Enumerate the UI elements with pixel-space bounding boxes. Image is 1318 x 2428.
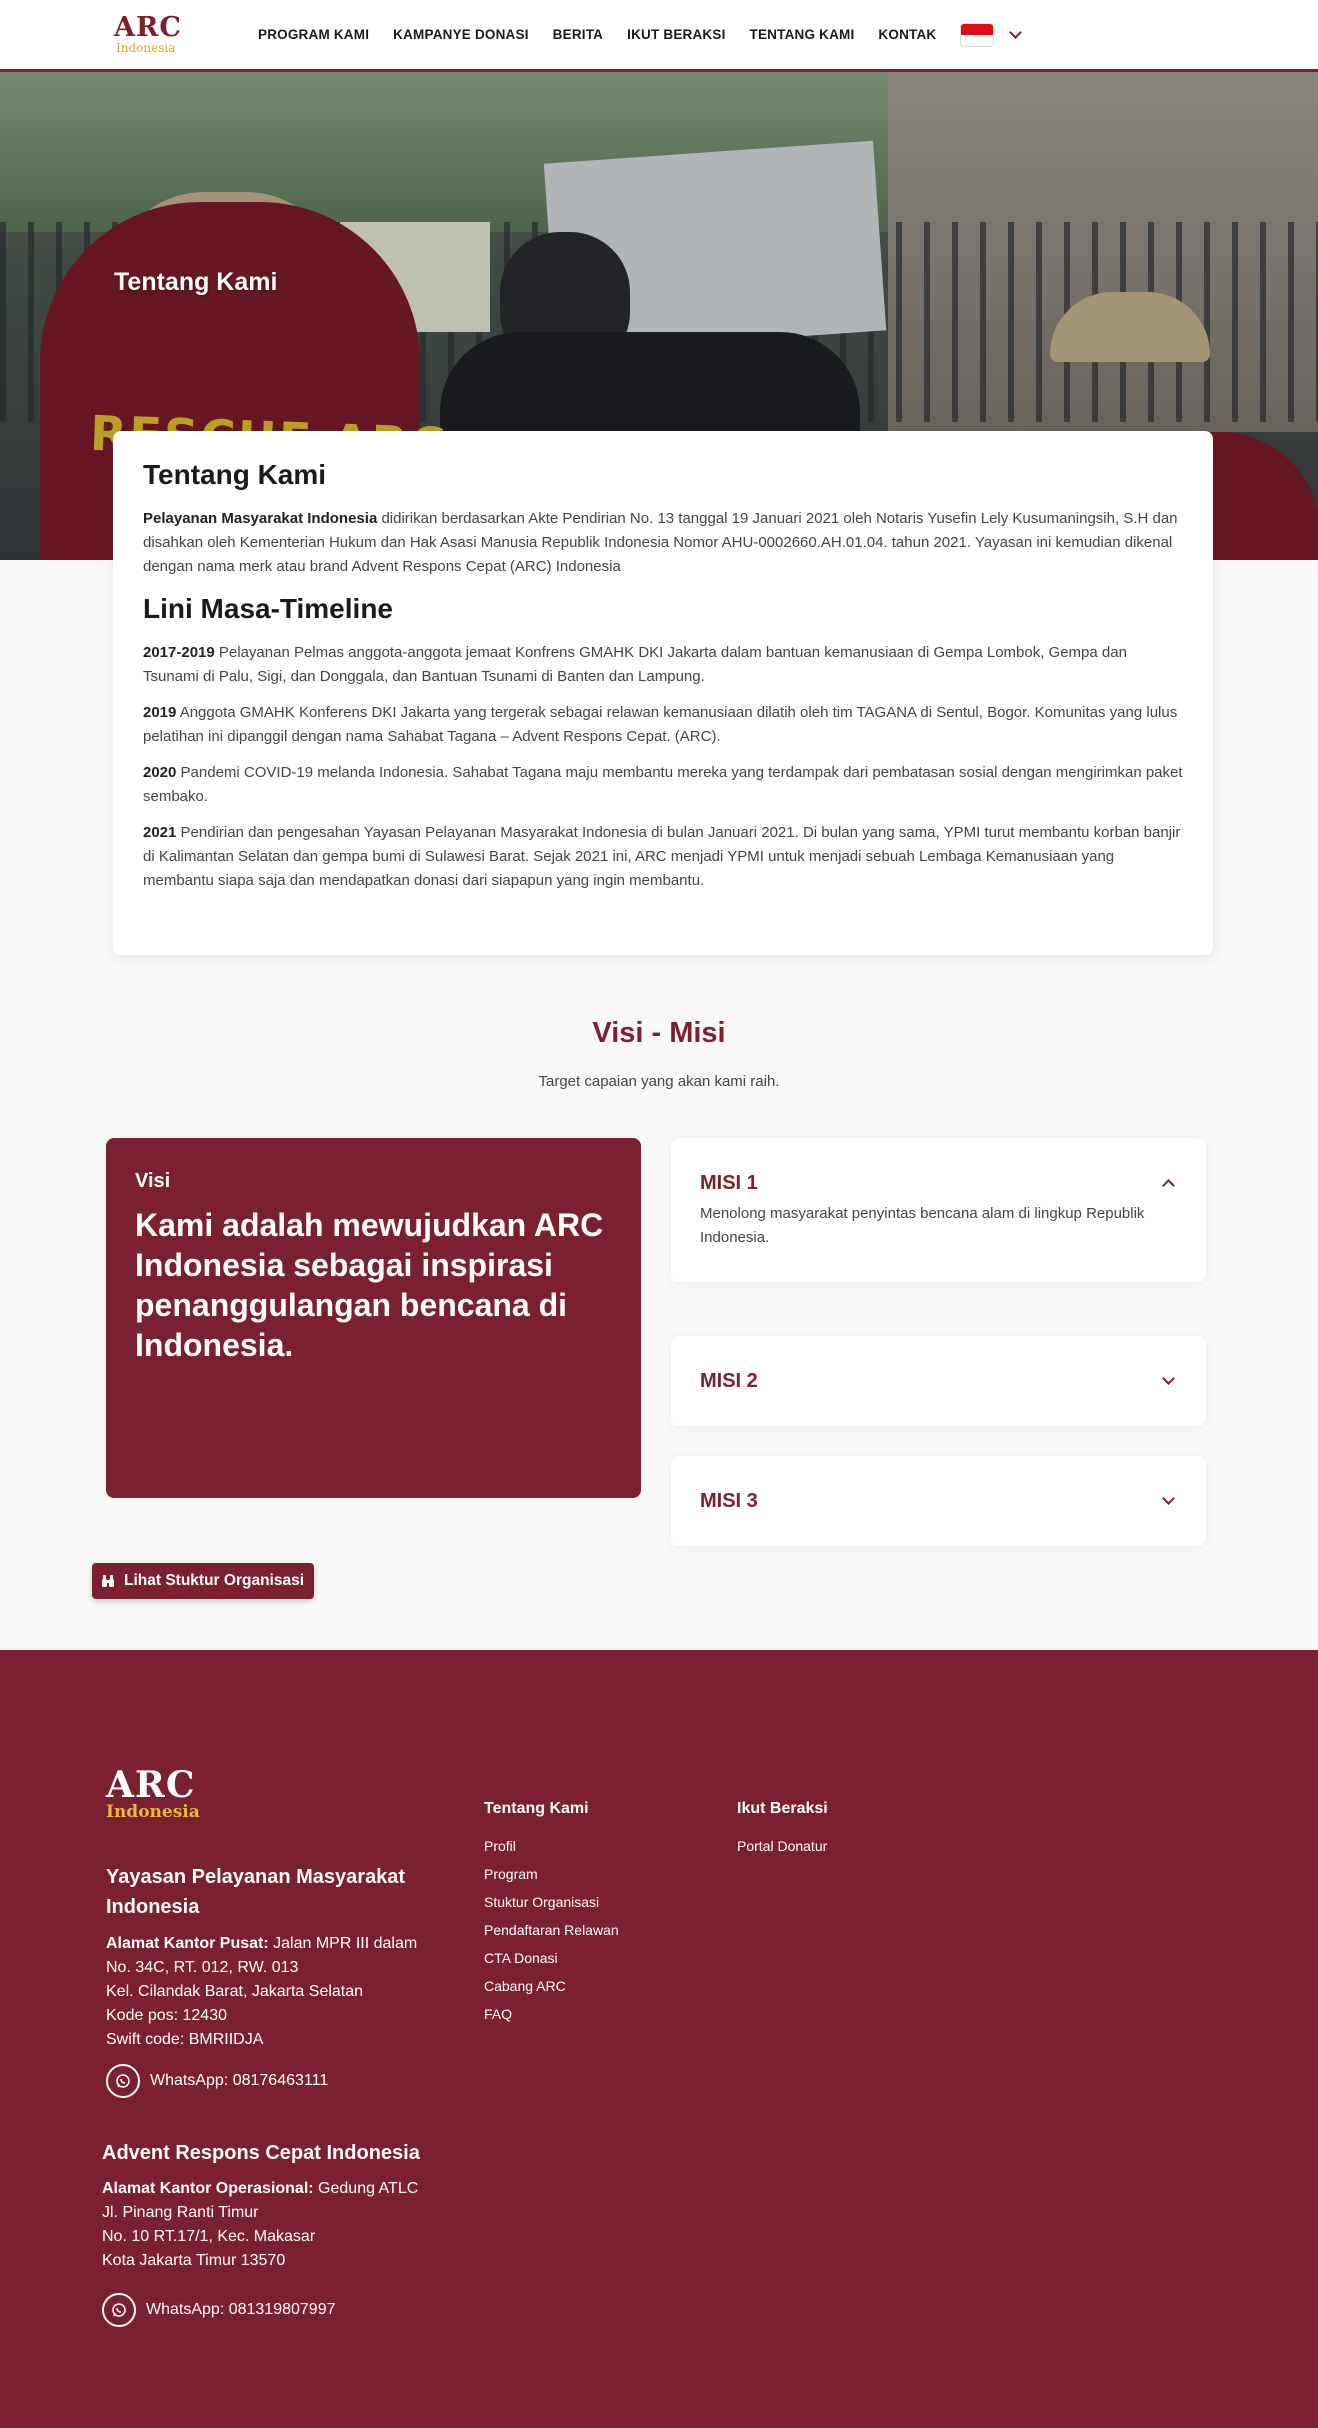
footer-logo-subtext: Indonesia	[106, 1802, 200, 1822]
about-intro-bold: Pelayanan Masyarakat Indonesia	[143, 510, 378, 527]
about-intro: Pelayanan Masyarakat Indonesia didirikan…	[143, 507, 1183, 579]
footer-org-yayasan: Yayasan Pelayanan Masyarakat Indonesia A…	[106, 1862, 446, 2098]
timeline-item: 2017-2019 Pelayanan Pelmas anggota-anggo…	[143, 641, 1183, 689]
whatsapp-text: WhatsApp: 081319807997	[146, 2301, 336, 2318]
timeline-title: Lini Masa-Timeline	[143, 593, 393, 624]
visi-misi-title: Visi - Misi	[592, 1017, 726, 1049]
whatsapp-text: WhatsApp: 08176463111	[150, 2072, 329, 2089]
page: ARC Indonesia PROGRAM KAMI KAMPANYE DONA…	[0, 0, 1318, 2428]
flag-indonesia-icon	[960, 22, 995, 47]
address-line: No. 10 RT.17/1, Kec. Makasar	[102, 2228, 316, 2245]
timeline-text: Pandemi COVID-19 melanda Indonesia. Saha…	[143, 764, 1183, 805]
address-label: Alamat Kantor Pusat:	[106, 1935, 269, 1952]
logo-text: ARC	[114, 12, 182, 43]
address-line: Gedung ATLC	[313, 2180, 419, 2197]
chevron-down-icon	[1162, 1372, 1175, 1385]
chevron-down-icon	[1162, 1492, 1175, 1505]
whatsapp-icon	[102, 2293, 136, 2327]
struktur-organisasi-label: Lihat Stuktur Organisasi	[124, 1572, 305, 1589]
misi-title: MISI 3	[700, 1489, 758, 1512]
address-line: No. 34C, RT. 012, RW. 013	[106, 1959, 299, 1976]
misi-1-accordion[interactable]: MISI 1 Menolong masyarakat penyintas ben…	[671, 1138, 1206, 1282]
footer-org-arc: Advent Respons Cepat Indonesia Alamat Ka…	[102, 2142, 462, 2327]
visi-text: Kami adalah mewujudkan ARC Indonesia seb…	[135, 1207, 604, 1363]
footer-link-faq[interactable]: FAQ	[484, 2000, 619, 2028]
nav-kontak[interactable]: KONTAK	[878, 27, 936, 42]
footer-col-ikut-beraksi: Ikut Beraksi Portal Donatur	[737, 1800, 828, 1860]
footer-link-profil[interactable]: Profil	[484, 1832, 619, 1860]
timeline-text: Pelayanan Pelmas anggota-anggota jemaat …	[143, 644, 1127, 685]
struktur-organisasi-button[interactable]: Lihat Stuktur Organisasi	[92, 1563, 315, 1599]
logo-subtext: Indonesia	[116, 41, 176, 55]
timeline-item: 2021 Pendirian dan pengesahan Yayasan Pe…	[143, 821, 1183, 893]
timeline-year: 2020	[143, 764, 177, 781]
misi-3-accordion[interactable]: MISI 3	[671, 1456, 1206, 1546]
address-line: Kota Jakarta Timur 13570	[102, 2252, 286, 2269]
address-line: Jl. Pinang Ranti Timur	[102, 2204, 259, 2221]
timeline-year: 2019	[143, 704, 177, 721]
misi-body: Menolong masyarakat penyintas bencana al…	[700, 1205, 1145, 1246]
footer: ARC Indonesia Yayasan Pelayanan Masyarak…	[0, 1650, 1318, 2428]
org-address: Alamat Kantor Pusat: Jalan MPR III dalam…	[106, 1932, 446, 2052]
visi-label: Visi	[135, 1170, 171, 1192]
nav-kampanye-donasi[interactable]: KAMPANYE DONASI	[393, 27, 529, 42]
address-line: Kode pos: 12430	[106, 2007, 227, 2024]
footer-link-struktur[interactable]: Stuktur Organisasi	[484, 1888, 619, 1916]
footer-logo[interactable]: ARC Indonesia	[106, 1766, 200, 1822]
timeline-year: 2021	[143, 824, 177, 841]
whatsapp-link[interactable]: WhatsApp: 081319807997	[102, 2293, 462, 2327]
top-navbar: ARC Indonesia PROGRAM KAMI KAMPANYE DONA…	[0, 0, 1318, 72]
footer-link-relawan[interactable]: Pendaftaran Relawan	[484, 1916, 619, 1944]
org-address: Alamat Kantor Operasional: Gedung ATLC J…	[102, 2177, 462, 2273]
misi-header[interactable]: MISI 2	[700, 1336, 1177, 1426]
footer-link-program[interactable]: Program	[484, 1860, 619, 1888]
visi-misi-subtitle: Target capaian yang akan kami raih.	[538, 1073, 780, 1090]
timeline-item: 2019 Anggota GMAHK Konferens DKI Jakarta…	[143, 701, 1183, 749]
timeline-text: Pendirian dan pengesahan Yayasan Pelayan…	[143, 824, 1181, 889]
org-name: Yayasan Pelayanan Masyarakat Indonesia	[106, 1866, 406, 1918]
visi-card: Visi Kami adalah mewujudkan ARC Indonesi…	[106, 1138, 641, 1498]
timeline-item: 2020 Pandemi COVID-19 melanda Indonesia.…	[143, 761, 1183, 809]
footer-link-cabang[interactable]: Cabang ARC	[484, 1972, 619, 2000]
nav-ikut-beraksi[interactable]: IKUT BERAKSI	[627, 27, 725, 42]
org-name: Advent Respons Cepat Indonesia	[102, 2142, 420, 2164]
about-title: Tentang Kami	[143, 459, 327, 490]
address-label: Alamat Kantor Operasional:	[102, 2180, 314, 2197]
footer-link-portal-donatur[interactable]: Portal Donatur	[737, 1832, 828, 1860]
main-nav: PROGRAM KAMI KAMPANYE DONASI BERITA IKUT…	[258, 0, 1023, 69]
nav-berita[interactable]: BERITA	[553, 27, 603, 42]
hero-title: Tentang Kami	[114, 268, 278, 296]
about-card: Tentang Kami Pelayanan Masyarakat Indone…	[113, 431, 1213, 955]
footer-col-tentang-kami: Tentang Kami Profil Program Stuktur Orga…	[484, 1800, 619, 2028]
language-selector[interactable]	[960, 22, 1023, 47]
address-line: Kel. Cilandak Barat, Jakarta Selatan	[106, 1983, 364, 2000]
footer-col-title: Tentang Kami	[484, 1800, 589, 1817]
nav-program-kami[interactable]: PROGRAM KAMI	[258, 27, 369, 42]
footer-col-title: Ikut Beraksi	[737, 1800, 828, 1817]
footer-link-cta-donasi[interactable]: CTA Donasi	[484, 1944, 619, 1972]
logo[interactable]: ARC Indonesia	[114, 12, 186, 55]
whatsapp-icon	[106, 2064, 140, 2098]
whatsapp-link[interactable]: WhatsApp: 08176463111	[106, 2064, 446, 2098]
timeline-year: 2017-2019	[143, 644, 215, 661]
address-line: Swift code: BMRIIDJA	[106, 2031, 264, 2048]
chevron-down-icon	[1009, 25, 1023, 39]
timeline-text: Anggota GMAHK Konferens DKI Jakarta yang…	[143, 704, 1178, 745]
binoculars-icon	[102, 1575, 114, 1587]
nav-tentang-kami[interactable]: TENTANG KAMI	[750, 27, 855, 42]
misi-title: MISI 1	[700, 1171, 758, 1194]
footer-logo-text: ARC	[106, 1764, 196, 1806]
misi-2-accordion[interactable]: MISI 2	[671, 1336, 1206, 1426]
address-line: Jalan MPR III dalam	[268, 1935, 418, 1952]
misi-title: MISI 2	[700, 1369, 758, 1392]
chevron-up-icon	[1162, 1179, 1175, 1192]
misi-header[interactable]: MISI 3	[700, 1456, 1177, 1546]
